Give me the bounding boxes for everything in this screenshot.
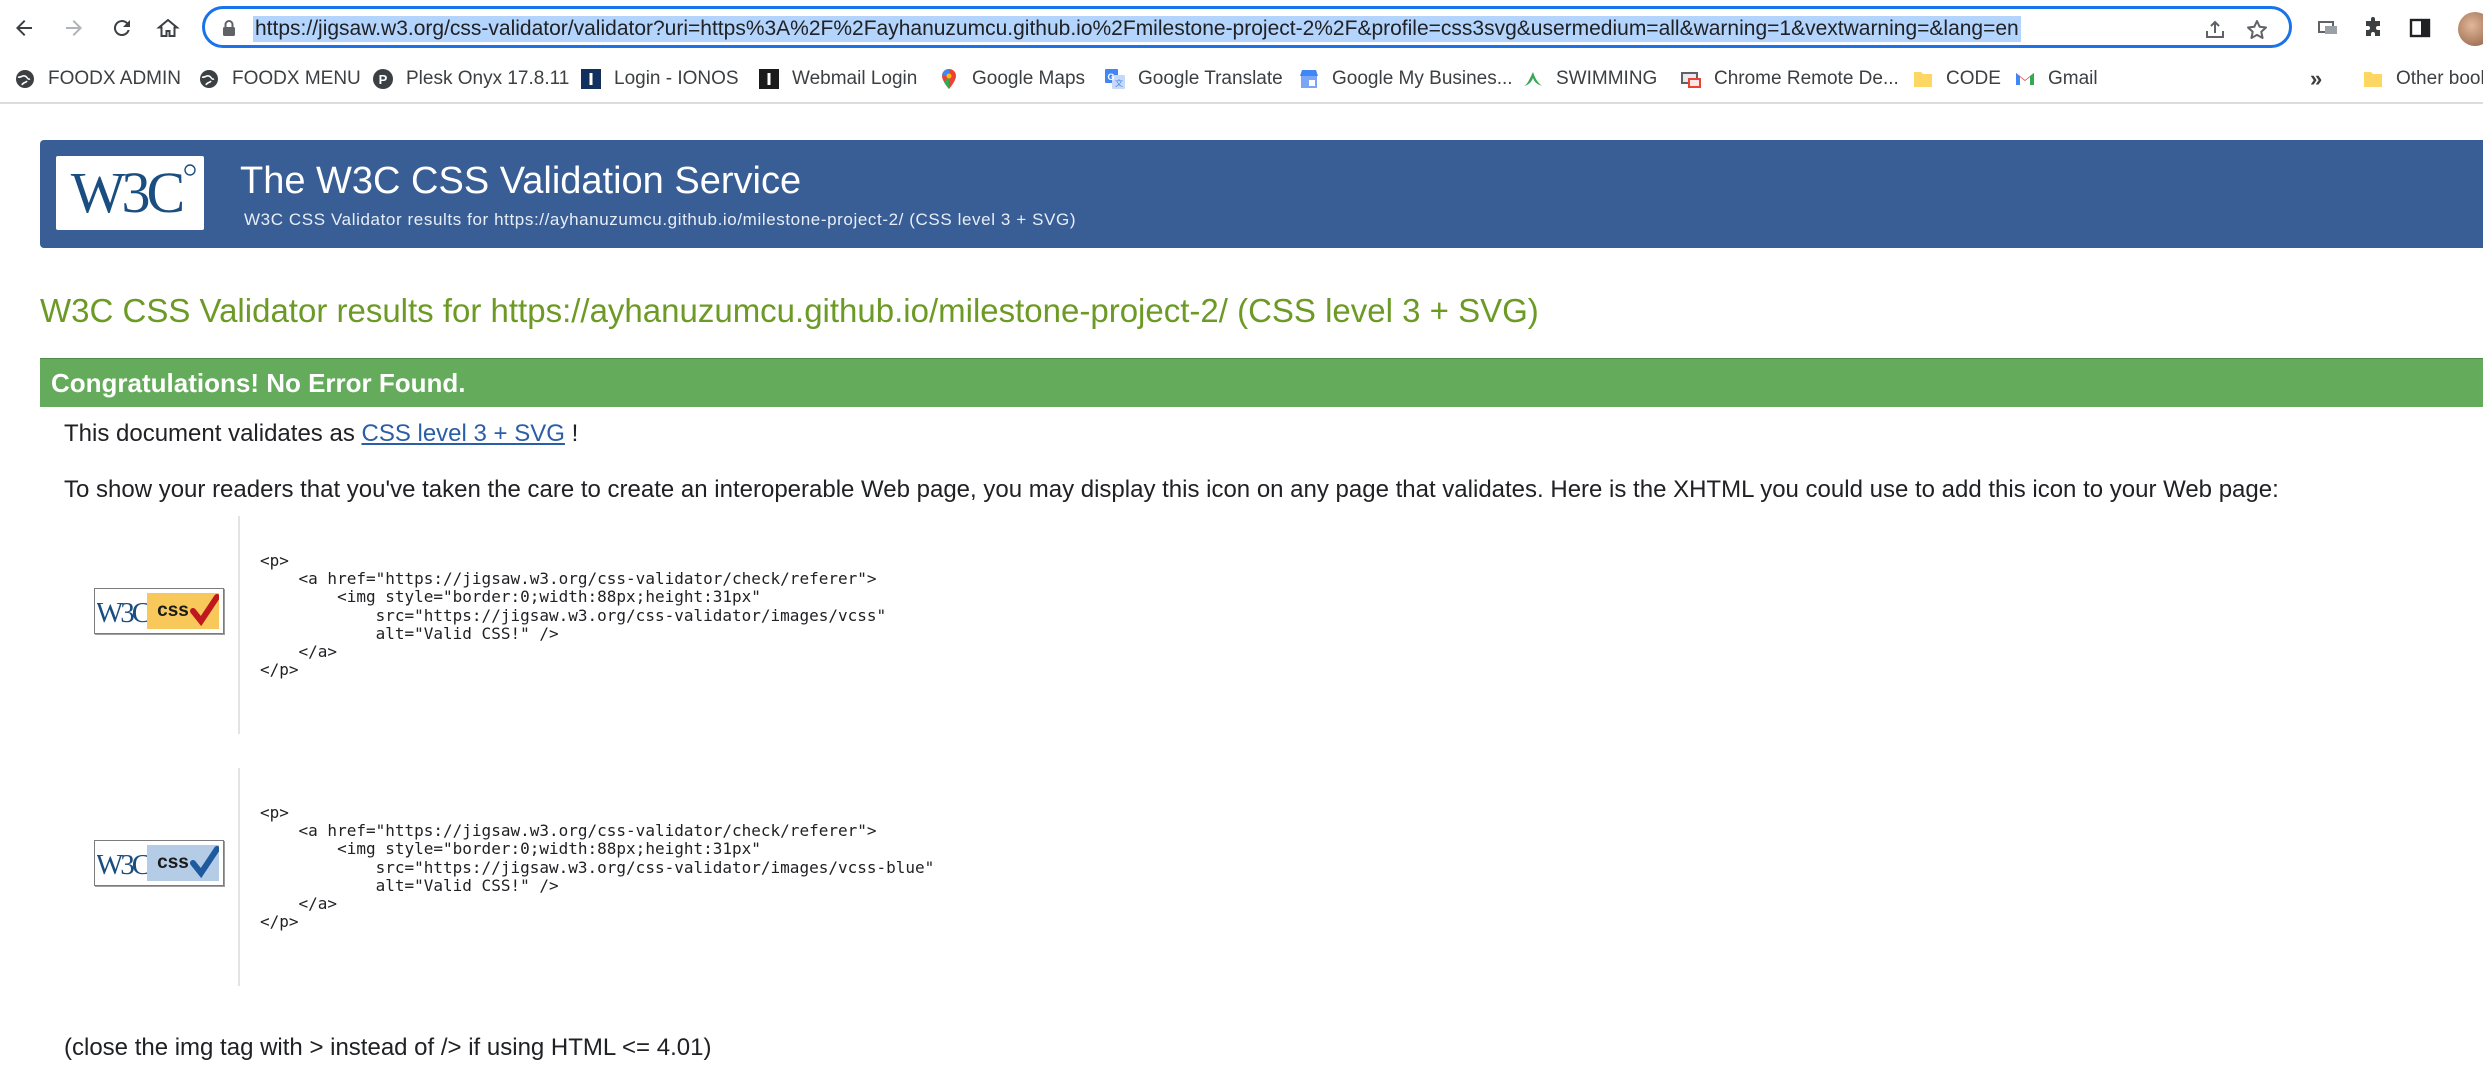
bookmark-label: Plesk Onyx 17.8.11	[406, 68, 570, 89]
bookmark-label: Chrome Remote De...	[1714, 68, 1899, 89]
bookmark-webmail-login[interactable]: Webmail Login	[758, 65, 917, 93]
svg-text:W3C: W3C	[97, 849, 147, 881]
url-text[interactable]: https://jigsaw.w3.org/css-validator/vali…	[253, 16, 2021, 42]
cast-icon[interactable]	[2312, 12, 2344, 44]
svg-text:G: G	[1107, 72, 1114, 82]
share-icon[interactable]	[2201, 16, 2229, 44]
side-panel-icon[interactable]	[2404, 12, 2436, 44]
ionos-icon	[580, 68, 602, 90]
browser-toolbar: https://jigsaw.w3.org/css-validator/vali…	[0, 0, 2483, 56]
badge-gold-panel: W3C css	[78, 516, 240, 734]
reload-button[interactable]	[104, 10, 140, 46]
address-bar[interactable]: https://jigsaw.w3.org/css-validator/vali…	[202, 6, 2292, 48]
validates-prefix: This document validates as	[64, 420, 355, 447]
bookmark-google-maps[interactable]: Google Maps	[938, 65, 1085, 93]
bookmark-label: Google Maps	[972, 68, 1086, 89]
bookmark-label: SWIMMING	[1556, 68, 1658, 89]
code-snippet-gold[interactable]: <p> <a href="https://jigsaw.w3.org/css-v…	[260, 551, 886, 679]
bookmark-code-folder[interactable]: CODE	[1912, 65, 2001, 93]
bookmark-label: Google My Busines...	[1332, 68, 1513, 89]
css-checkmark-blue-icon: css	[147, 845, 219, 881]
banner-title: The W3C CSS Validation Service	[240, 160, 802, 202]
svg-text:css: css	[157, 600, 189, 621]
bookmark-label: FOODX ADMIN	[48, 68, 182, 89]
svg-text:W3C: W3C	[71, 160, 183, 225]
w3c-badge-icon: W3C	[97, 597, 147, 629]
bookmark-label: Webmail Login	[792, 68, 918, 89]
svg-text:W3C: W3C	[97, 597, 147, 629]
validator-banner: W3C The W3C CSS Validation Service W3C C…	[40, 140, 2483, 248]
reload-icon	[113, 20, 130, 37]
bookmark-google-my-business[interactable]: Google My Busines...	[1298, 65, 1513, 93]
home-icon	[156, 18, 180, 37]
gmail-icon	[2014, 68, 2036, 90]
w3c-logo-icon: W3C	[71, 160, 196, 225]
bookmark-chrome-remote-desktop[interactable]: Chrome Remote De...	[1680, 65, 1899, 93]
arrow-left-icon	[16, 20, 32, 36]
ionos-icon	[758, 68, 780, 90]
extensions-puzzle-icon[interactable]	[2358, 12, 2390, 44]
bookmarks-bar: FOODX ADMIN FOODX MENU P Plesk Onyx 17.8…	[0, 56, 2483, 104]
code-snippet-blue[interactable]: <p> <a href="https://jigsaw.w3.org/css-v…	[260, 803, 934, 931]
plesk-icon: P	[372, 68, 394, 90]
globe-icon	[198, 68, 220, 90]
bookmark-foodx-admin[interactable]: FOODX ADMIN	[14, 65, 181, 93]
business-icon	[1298, 68, 1320, 90]
congrats-banner: Congratulations! No Error Found.	[40, 358, 2483, 407]
bookmark-google-translate[interactable]: G文 Google Translate	[1104, 65, 1283, 93]
banner-subtitle: W3C CSS Validator results for https://ay…	[244, 210, 1077, 229]
profile-avatar[interactable]	[2458, 12, 2483, 46]
bookmark-gmail[interactable]: Gmail	[2014, 65, 2098, 93]
globe-icon	[14, 68, 36, 90]
bookmark-foodx-menu[interactable]: FOODX MENU	[198, 65, 361, 93]
bookmark-label: Other bool	[2396, 68, 2483, 89]
bookmark-login-ionos[interactable]: Login - IONOS	[580, 65, 739, 93]
validates-suffix: !	[571, 420, 579, 447]
remote-desktop-icon	[1680, 68, 1702, 90]
w3c-badge-icon: W3C	[97, 849, 147, 881]
css-checkmark-gold-icon: css	[147, 593, 219, 629]
close-tag-note: (close the img tag with > instead of /> …	[64, 1034, 712, 1061]
bookmark-label: Gmail	[2048, 68, 2098, 89]
bookmark-label: FOODX MENU	[232, 68, 361, 89]
star-icon[interactable]	[2243, 16, 2271, 44]
folder-icon	[2362, 68, 2384, 90]
svg-text:css: css	[157, 852, 189, 873]
show-readers-paragraph: To show your readers that you've taken t…	[64, 476, 2279, 503]
bookmark-label: CODE	[1946, 68, 2001, 89]
bookmark-label: Login - IONOS	[614, 68, 739, 89]
bookmark-label: Google Translate	[1138, 68, 1283, 89]
maps-pin-icon	[938, 68, 960, 90]
css-level-link[interactable]: CSS level 3 + SVG	[361, 420, 564, 447]
svg-text:文: 文	[1115, 78, 1123, 88]
lock-icon	[223, 20, 235, 36]
bookmark-swimming[interactable]: SWIMMING	[1522, 65, 1657, 93]
other-bookmarks-folder[interactable]: Other bool	[2362, 65, 2483, 93]
svg-text:P: P	[379, 72, 388, 87]
translate-icon: G文	[1104, 68, 1126, 90]
folder-icon	[1912, 68, 1934, 90]
validates-paragraph: This document validates as CSS level 3 +…	[64, 420, 578, 448]
badge-blue-panel: W3C css	[78, 768, 240, 986]
home-button[interactable]	[150, 10, 186, 46]
results-title: W3C CSS Validator results for https://ay…	[40, 292, 1539, 329]
back-button[interactable]	[6, 10, 42, 46]
leaf-icon	[1522, 68, 1544, 90]
forward-button[interactable]	[56, 10, 92, 46]
valid-css-badge-gold[interactable]: W3C css	[94, 588, 224, 634]
valid-css-badge-blue[interactable]: W3C css	[94, 840, 224, 886]
bookmark-plesk[interactable]: P Plesk Onyx 17.8.11	[372, 65, 569, 93]
arrow-right-icon	[66, 20, 82, 36]
bookmarks-overflow-button[interactable]: »	[2310, 66, 2322, 92]
congrats-text: Congratulations! No Error Found.	[51, 368, 466, 398]
w3c-logo[interactable]: W3C	[56, 156, 204, 230]
